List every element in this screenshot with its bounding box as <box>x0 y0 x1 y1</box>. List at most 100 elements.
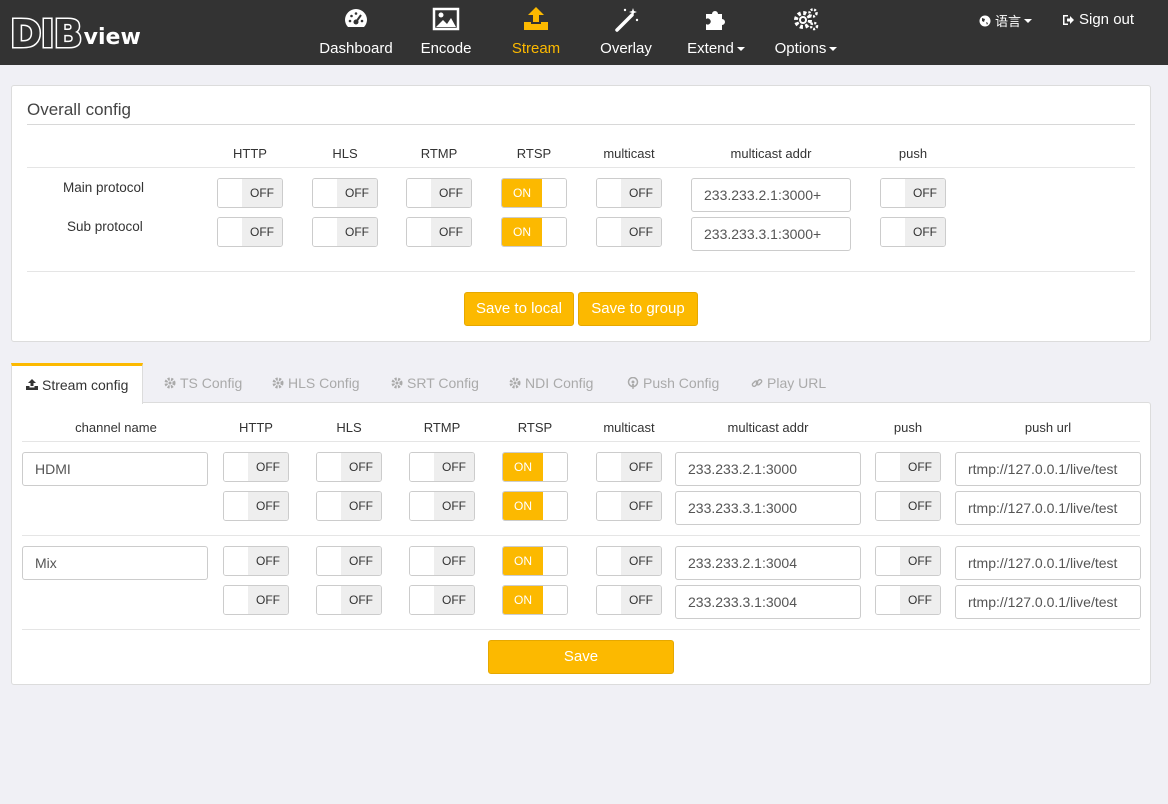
toggle-push[interactable]: OFF <box>875 546 941 576</box>
toggle-http[interactable]: OFF <box>217 178 283 208</box>
multicast-addr-input[interactable]: 233.233.3.1:3004 <box>675 585 861 619</box>
toggle-hls[interactable]: OFF <box>316 585 382 615</box>
col-head-rtsp: RTSP <box>517 420 553 435</box>
tab-push-config[interactable]: Push Config <box>627 363 719 403</box>
nav-label: Overlay <box>600 40 652 57</box>
save-to-local-button[interactable]: Save to local <box>464 292 574 326</box>
col-head-rtmp: RTMP <box>420 146 458 161</box>
toggle-http[interactable]: OFF <box>223 585 289 615</box>
tab-stream-config[interactable]: Stream config <box>11 363 144 404</box>
toggle-rtsp[interactable]: ON <box>501 217 567 247</box>
push-url-input[interactable]: rtmp://127.0.0.1/live/test <box>955 546 1141 580</box>
toggle-rtsp[interactable]: ON <box>502 491 568 521</box>
toggle-state: OFF <box>248 492 288 520</box>
toggle-push[interactable]: OFF <box>880 178 946 208</box>
sign-out-label: Sign out <box>1079 11 1135 28</box>
multicast-addr-input[interactable]: 233.233.3.1:3000 <box>675 491 861 525</box>
toggle-state: ON <box>502 179 542 207</box>
tab-ndi-config[interactable]: NDI Config <box>509 363 593 403</box>
language-dropdown[interactable]: 语言 <box>979 11 1033 30</box>
col-head-rtsp: RTSP <box>516 146 552 161</box>
toggle-hls[interactable]: OFF <box>316 491 382 521</box>
toggle-rtsp[interactable]: ON <box>501 178 567 208</box>
puzzle-icon <box>706 11 725 30</box>
toggle-rtmp[interactable]: OFF <box>409 585 475 615</box>
nav-options[interactable]: Options <box>772 0 840 65</box>
col-head-multicast-addr: multicast addr <box>730 146 812 161</box>
toggle-rtsp[interactable]: ON <box>502 546 568 576</box>
toggle-state: OFF <box>341 586 381 614</box>
overall-config-panel: Overall config HTTP HLS RTMP RTSP multic… <box>11 85 1151 342</box>
toggle-http[interactable]: OFF <box>223 491 289 521</box>
toggle-rtmp[interactable]: OFF <box>406 178 472 208</box>
toggle-hls[interactable]: OFF <box>312 217 378 247</box>
toggle-rtmp[interactable]: OFF <box>409 546 475 576</box>
tab-ts-config[interactable]: TS Config <box>164 363 242 403</box>
nav-encode[interactable]: Encode <box>420 0 472 65</box>
push-url-input[interactable]: rtmp://127.0.0.1/live/test <box>955 452 1141 486</box>
toggle-knob <box>224 453 250 481</box>
toggle-multicast[interactable]: OFF <box>596 546 662 576</box>
gear-icon <box>509 377 521 389</box>
save-button[interactable]: Save <box>488 640 674 674</box>
push-url-input[interactable]: rtmp://127.0.0.1/live/test <box>955 585 1141 619</box>
top-navbar: DIB view Dashboard Encode Stream Overlay… <box>0 0 1168 65</box>
tab-srt-config[interactable]: SRT Config <box>391 363 479 403</box>
toggle-rtsp[interactable]: ON <box>502 452 568 482</box>
toggle-http[interactable]: OFF <box>223 546 289 576</box>
nav-dashboard[interactable]: Dashboard <box>319 0 393 65</box>
toggle-hls[interactable]: OFF <box>316 452 382 482</box>
row-label-sub: Sub protocol <box>67 219 143 234</box>
toggle-multicast[interactable]: OFF <box>596 217 662 247</box>
toggle-rtmp[interactable]: OFF <box>409 452 475 482</box>
toggle-state: OFF <box>621 453 661 481</box>
globe-icon <box>979 15 991 26</box>
save-to-group-button[interactable]: Save to group <box>578 292 698 326</box>
nav-extend[interactable]: Extend <box>686 0 746 65</box>
multicast-addr-input[interactable]: 233.233.2.1:3000 <box>675 452 861 486</box>
toggle-hls[interactable]: OFF <box>316 546 382 576</box>
tab-play-url[interactable]: Play URL <box>751 363 826 403</box>
magic-wand-icon <box>615 8 639 32</box>
nav-label: Stream <box>511 40 561 57</box>
toggle-knob <box>410 586 436 614</box>
col-head-multicast: multicast <box>603 420 655 435</box>
brand-logo[interactable]: DIB view <box>9 12 141 55</box>
sign-out-link[interactable]: Sign out <box>1061 11 1134 28</box>
nav-stream[interactable]: Stream <box>510 0 562 65</box>
toggle-rtmp[interactable]: OFF <box>406 217 472 247</box>
toggle-http[interactable]: OFF <box>217 217 283 247</box>
channel-name-input[interactable]: HDMI <box>22 452 208 486</box>
toggle-knob <box>876 492 902 520</box>
toggle-state: OFF <box>242 218 282 246</box>
gears-icon <box>794 8 819 31</box>
toggle-state: OFF <box>341 453 381 481</box>
toggle-rtsp[interactable]: ON <box>502 585 568 615</box>
toggle-hls[interactable]: OFF <box>312 178 378 208</box>
toggle-push[interactable]: OFF <box>875 585 941 615</box>
toggle-multicast[interactable]: OFF <box>596 178 662 208</box>
toggle-knob <box>218 218 244 246</box>
toggle-state: OFF <box>337 179 377 207</box>
push-url-input[interactable]: rtmp://127.0.0.1/live/test <box>955 491 1141 525</box>
multicast-addr-input[interactable]: 233.233.2.1:3004 <box>675 546 861 580</box>
channel-name-input[interactable]: Mix <box>22 546 208 580</box>
multicast-addr-input[interactable]: 233.233.2.1:3000+ <box>691 178 851 212</box>
toggle-multicast[interactable]: OFF <box>596 585 662 615</box>
multicast-addr-input[interactable]: 233.233.3.1:3000+ <box>691 217 851 251</box>
toggle-multicast[interactable]: OFF <box>596 452 662 482</box>
toggle-multicast[interactable]: OFF <box>596 491 662 521</box>
gear-icon <box>272 377 284 389</box>
toggle-push[interactable]: OFF <box>875 452 941 482</box>
tab-label: SRT Config <box>407 375 479 391</box>
nav-overlay[interactable]: Overlay <box>598 0 654 65</box>
toggle-push[interactable]: OFF <box>875 491 941 521</box>
gear-icon <box>164 377 176 389</box>
toggle-knob <box>540 218 566 246</box>
toggle-push[interactable]: OFF <box>880 217 946 247</box>
toggle-http[interactable]: OFF <box>223 452 289 482</box>
toggle-rtmp[interactable]: OFF <box>409 491 475 521</box>
tab-hls-config[interactable]: HLS Config <box>272 363 360 403</box>
col-head-push: push <box>893 420 923 435</box>
caret-down-icon <box>829 47 838 52</box>
